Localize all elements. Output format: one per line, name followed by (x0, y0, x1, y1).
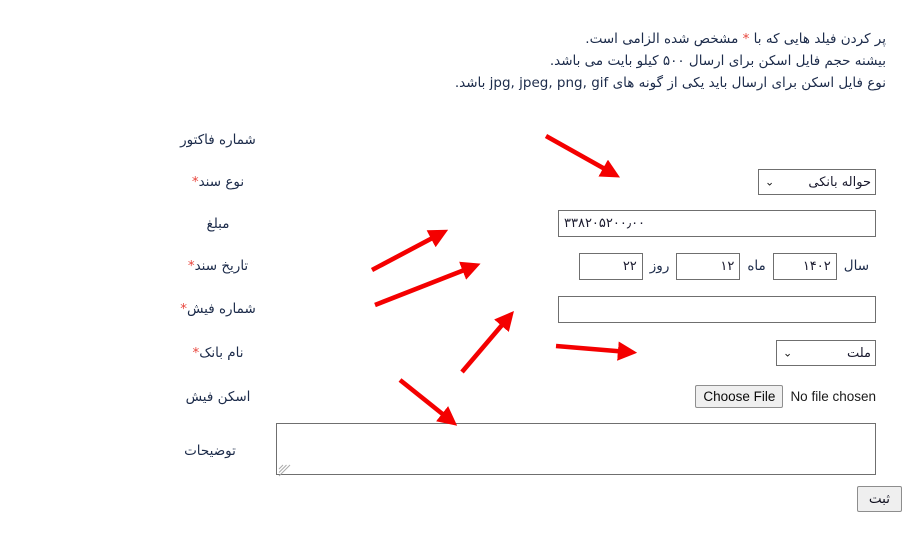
receipt-number-input[interactable] (558, 295, 876, 323)
label-receipt-number: شماره فیش* (160, 301, 276, 317)
choose-file-button[interactable]: Choose File (695, 385, 784, 408)
receipt-scan-field-cell: Choose File No file chosen (276, 385, 886, 408)
notice-text-before: پر کردن فیلد هایی که با (749, 31, 886, 47)
amount-input[interactable] (558, 210, 876, 237)
label-notes: توضیحات (184, 443, 236, 459)
bank-name-select-wrap: ملت ⌄ (776, 340, 876, 366)
notes-textarea-wrap (276, 423, 876, 479)
label-bank-name: نام بانک* (160, 345, 276, 361)
notes-textarea[interactable] (276, 423, 876, 475)
file-status-text: No file chosen (790, 389, 876, 404)
document-type-field-cell: حواله بانکی ⌄ (276, 169, 886, 195)
submit-row: ثبت (0, 486, 902, 512)
label-document-date-text: تاریخ سند (194, 258, 249, 274)
date-year-input[interactable] (772, 252, 837, 280)
receipt-number-field-cell (276, 295, 886, 323)
label-bank-name-text: نام بانک (199, 345, 244, 361)
amount-field-cell (276, 210, 886, 237)
label-document-type: نوع سند* (160, 174, 276, 190)
document-type-select[interactable]: حواله بانکی (758, 169, 876, 195)
label-invoice-number: شماره فاکتور (180, 132, 256, 148)
document-date-field-cell: سال ماه روز (276, 252, 886, 280)
date-day-input[interactable] (578, 252, 643, 280)
date-month-input[interactable] (676, 252, 741, 280)
notice-text-after: مشخص شده الزامی است. (585, 31, 743, 47)
row-document-type: حواله بانکی ⌄ نوع سند* (0, 162, 902, 202)
row-receipt-number: شماره فیش* (0, 287, 902, 331)
notice-line-required: پر کردن فیلد هایی که با * مشخص شده الزام… (16, 28, 886, 50)
bank-name-field-cell: ملت ⌄ (276, 340, 886, 366)
row-receipt-scan: Choose File No file chosen اسکن فیش (0, 375, 902, 418)
bank-name-select[interactable]: ملت (776, 340, 876, 366)
notice-line-filesize: بیشنه حجم فایل اسکن برای ارسال ۵۰۰ کیلو … (549, 53, 886, 69)
notices-block: پر کردن فیلد هایی که با * مشخص شده الزام… (16, 28, 886, 94)
row-invoice-number: شماره فاکتور (0, 118, 902, 162)
row-bank-name: ملت ⌄ نام بانک* (0, 331, 902, 375)
notes-field-cell (268, 423, 886, 479)
label-day: روز (649, 258, 670, 274)
required-asterisk-icon: * (180, 301, 187, 317)
required-asterisk-icon: * (187, 258, 195, 274)
row-document-date: سال ماه روز تاریخ سند* (0, 245, 902, 287)
date-group: سال ماه روز (578, 252, 876, 280)
label-amount: مبلغ (206, 215, 230, 232)
label-year: سال (843, 258, 869, 274)
label-document-type-text: نوع سند (198, 174, 245, 190)
payment-form: شماره فاکتور حواله بانکی ⌄ نوع سند* مبلغ… (0, 118, 902, 484)
label-month: ماه (747, 258, 766, 274)
row-notes: توضیحات (0, 418, 902, 484)
row-amount: مبلغ (0, 202, 902, 245)
label-receipt-number-text: شماره فیش (186, 301, 256, 317)
submit-button[interactable]: ثبت (856, 486, 902, 512)
document-type-select-wrap: حواله بانکی ⌄ (758, 169, 876, 195)
label-document-date: تاریخ سند* (160, 258, 276, 274)
receipt-scan-file-input[interactable]: Choose File No file chosen (695, 385, 876, 408)
notice-line-filetype: نوع فایل اسکن برای ارسال باید یکی از گون… (454, 75, 886, 91)
label-receipt-scan: اسکن فیش (185, 388, 251, 405)
required-asterisk-icon: * (191, 174, 199, 190)
